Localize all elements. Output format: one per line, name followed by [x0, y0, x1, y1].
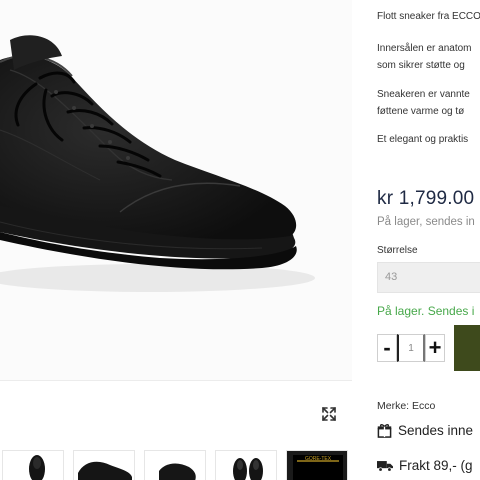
thumbnail-5[interactable]: GORE-TEX: [286, 450, 348, 480]
quantity-input[interactable]: [397, 334, 425, 362]
truck-icon: [377, 460, 393, 472]
thumbnail-1[interactable]: [2, 450, 64, 480]
gift-box-icon: [377, 423, 392, 438]
description-line-1: Flott sneaker fra ECCO: [377, 11, 480, 22]
add-to-cart-button[interactable]: [454, 325, 480, 371]
dispatch-info: Sendes inne: [377, 420, 473, 440]
description-line-3: som sikrer støtte og: [377, 60, 465, 71]
fullscreen-icon[interactable]: [318, 403, 340, 425]
gore-tex-badge-image: GORE-TEX: [287, 451, 347, 480]
svg-text:GORE-TEX: GORE-TEX: [305, 456, 332, 462]
gallery-divider: [0, 380, 352, 381]
freight-text: Frakt 89,- (g: [399, 457, 473, 473]
size-selected-value: 43: [385, 271, 398, 283]
description-line-4: Sneakeren er vannte: [377, 89, 470, 100]
description-line-5: føttene varme og tø: [377, 106, 465, 117]
size-label: Størrelse: [377, 245, 418, 256]
description-line-6: Et elegant og praktis: [377, 134, 469, 145]
product-price: kr 1,799.00: [377, 188, 475, 209]
shoe-back-thumb-image: [159, 463, 196, 480]
thumbnail-2[interactable]: [73, 450, 135, 480]
shoe-pair-thumb-image: [233, 458, 263, 480]
shoe-image: [0, 35, 315, 292]
main-product-image[interactable]: [0, 0, 352, 380]
product-gallery: GORE-TEX: [0, 0, 352, 480]
quantity-minus-button[interactable]: -: [377, 334, 397, 362]
quantity-plus-button[interactable]: +: [425, 334, 445, 362]
description-line-2: Innersålen er anatom: [377, 43, 472, 54]
stock-status: På lager. Sendes i: [377, 304, 475, 318]
freight-info: Frakt 89,- (g: [377, 455, 473, 475]
dispatch-text: Sendes inne: [398, 422, 474, 438]
shoe-side-thumb-image: [78, 461, 132, 480]
brand-label: Merke: Ecco: [377, 400, 436, 412]
stock-note: På lager, sendes in: [377, 216, 475, 228]
thumbnail-4[interactable]: [215, 450, 277, 480]
thumbnail-strip: GORE-TEX: [0, 450, 352, 480]
size-select[interactable]: 43: [377, 262, 480, 293]
shoe-front-thumb-image: [29, 455, 45, 480]
product-info: Flott sneaker fra ECCO Innersålen er ana…: [377, 0, 480, 480]
thumbnail-3[interactable]: [144, 450, 206, 480]
